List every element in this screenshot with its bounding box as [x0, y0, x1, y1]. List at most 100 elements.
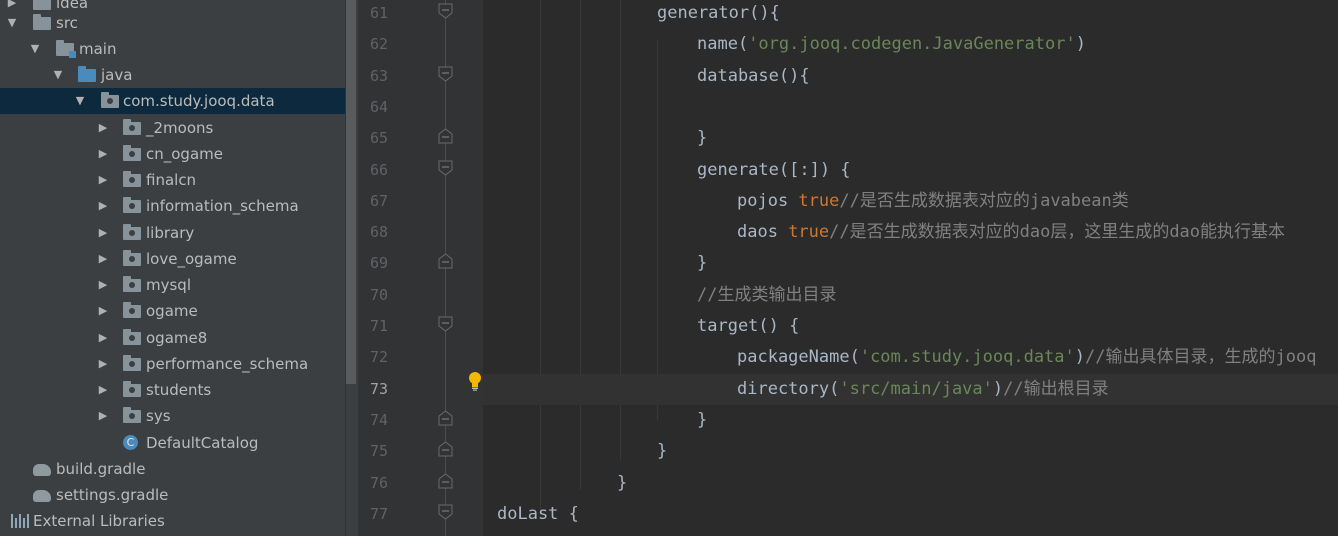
- code-line[interactable]: generator(){: [483, 0, 1338, 29]
- chevron-down-icon[interactable]: ▼: [52, 62, 64, 88]
- tree-item-com-study-jooq-data[interactable]: ▼ com.study.jooq.data: [0, 88, 345, 114]
- fold-marker-icon[interactable]: [438, 410, 453, 426]
- chevron-right-icon[interactable]: ▶: [97, 220, 109, 246]
- fold-marker-icon[interactable]: [438, 253, 453, 269]
- line-number: 64: [369, 98, 388, 116]
- code-line[interactable]: }: [483, 123, 1338, 154]
- code-line[interactable]: daos true//是否生成数据表对应的dao层，这里生成的dao能执行基本: [483, 217, 1338, 248]
- chevron-right-icon[interactable]: ▶: [97, 298, 109, 324]
- chevron-right-icon[interactable]: ▶: [97, 403, 109, 429]
- code-line[interactable]: //生成类输出目录: [483, 280, 1338, 311]
- tree-item-mysql[interactable]: ▶ mysql: [0, 272, 345, 298]
- tree-item-settings-gradle[interactable]: settings.gradle: [0, 482, 345, 508]
- package-icon: [123, 197, 141, 213]
- folder-icon: [33, 0, 51, 10]
- line-number: 61: [369, 4, 388, 22]
- chevron-down-icon[interactable]: ▼: [29, 36, 41, 62]
- tree-item-label: ogame8: [146, 329, 208, 347]
- code-token: ): [1075, 34, 1086, 54]
- tree-item-love-ogame[interactable]: ▶ love_ogame: [0, 246, 345, 272]
- line-number: 68: [369, 223, 388, 241]
- tree-item-idea[interactable]: ▶ idea: [0, 0, 345, 16]
- string-token: 'src/main/java': [839, 379, 993, 399]
- package-icon: [123, 171, 141, 187]
- code-text: }: [697, 123, 707, 154]
- comment-token: //是否生成数据表对应的javabean类: [839, 191, 1129, 211]
- chevron-right-icon[interactable]: ▶: [97, 272, 109, 298]
- code-token: generate([:]) {: [697, 160, 851, 180]
- chevron-right-icon[interactable]: ▶: [97, 115, 109, 141]
- line-number: 62: [369, 35, 388, 53]
- code-line[interactable]: target() {: [483, 311, 1338, 342]
- tree-item-label: mysql: [146, 276, 191, 294]
- tree-item-label: java: [101, 66, 133, 84]
- fold-marker-icon[interactable]: [438, 473, 453, 489]
- tree-item-performance-schema[interactable]: ▶ performance_schema: [0, 351, 345, 377]
- code-text: generate([:]) {: [697, 155, 851, 186]
- code-line[interactable]: name('org.jooq.codegen.JavaGenerator'): [483, 29, 1338, 60]
- tree-item-library[interactable]: ▶ library: [0, 220, 345, 246]
- code-line[interactable]: database(){: [483, 61, 1338, 92]
- package-icon: [123, 407, 141, 423]
- code-line[interactable]: doLast {: [483, 499, 1338, 530]
- fold-marker-icon[interactable]: [438, 316, 453, 332]
- tree-item-2moons[interactable]: ▶ _2moons: [0, 115, 345, 141]
- chevron-right-icon[interactable]: ▶: [97, 351, 109, 377]
- code-line[interactable]: pojos true//是否生成数据表对应的javabean类: [483, 186, 1338, 217]
- code-line[interactable]: generate([:]) {: [483, 155, 1338, 186]
- code-text: }: [697, 248, 707, 279]
- line-number: 67: [369, 192, 388, 210]
- code-line[interactable]: }: [483, 248, 1338, 279]
- code-line[interactable]: }: [483, 405, 1338, 436]
- chevron-right-icon[interactable]: ▶: [97, 167, 109, 193]
- tree-item-finalcn[interactable]: ▶ finalcn: [0, 167, 345, 193]
- tree-scrollbar-thumb[interactable]: [346, 0, 356, 384]
- code-token: daos: [737, 222, 789, 242]
- chevron-right-icon[interactable]: ▶: [97, 377, 109, 403]
- chevron-right-icon[interactable]: ▶: [97, 325, 109, 351]
- code-text: daos true//是否生成数据表对应的dao层，这里生成的dao能执行基本: [737, 217, 1285, 248]
- tree-item-students[interactable]: ▶ students: [0, 377, 345, 403]
- code-line[interactable]: [483, 92, 1338, 123]
- gradle-icon: [33, 490, 51, 502]
- chevron-down-icon[interactable]: ▼: [74, 88, 86, 114]
- comment-token: //生成类输出目录: [697, 285, 837, 305]
- fold-marker-icon[interactable]: [438, 504, 453, 520]
- tree-item-main[interactable]: ▼ main: [0, 36, 345, 62]
- line-number: 76: [369, 474, 388, 492]
- tree-item-information-schema[interactable]: ▶ information_schema: [0, 193, 345, 219]
- tree-item-cn-ogame[interactable]: ▶ cn_ogame: [0, 141, 345, 167]
- tree-item-label: settings.gradle: [56, 486, 169, 504]
- tree-item-ogame8[interactable]: ▶ ogame8: [0, 325, 345, 351]
- lightbulb-icon[interactable]: [467, 371, 483, 391]
- fold-marker-icon[interactable]: [438, 160, 453, 176]
- code-line[interactable]: directory('src/main/java')//输出根目录: [483, 374, 1338, 405]
- tree-item-java[interactable]: ▼ java: [0, 62, 345, 88]
- chevron-right-icon[interactable]: ▶: [6, 0, 18, 16]
- project-tree-panel: External Libraries settings.gradle build.g…: [0, 0, 358, 536]
- package-icon: [123, 224, 141, 240]
- code-text: database(){: [697, 61, 810, 92]
- tree-item-ogame[interactable]: ▶ ogame: [0, 298, 345, 324]
- chevron-right-icon[interactable]: ▶: [97, 246, 109, 272]
- fold-marker-icon[interactable]: [438, 128, 453, 144]
- code-editor[interactable]: generator(){name('org.jooq.codegen.JavaG…: [483, 0, 1338, 536]
- tree-item-build-gradle[interactable]: build.gradle: [0, 456, 345, 482]
- fold-marker-icon[interactable]: [438, 66, 453, 82]
- code-line[interactable]: }: [483, 468, 1338, 499]
- fold-marker-icon[interactable]: [438, 441, 453, 457]
- chevron-right-icon[interactable]: ▶: [97, 141, 109, 167]
- tree-item-defaultcatalog[interactable]: C DefaultCatalog: [0, 430, 345, 456]
- fold-marker-icon[interactable]: [438, 3, 453, 19]
- chevron-right-icon[interactable]: ▶: [97, 193, 109, 219]
- code-line[interactable]: packageName('com.study.jooq.data')//输出具体…: [483, 342, 1338, 373]
- line-number: 71: [369, 317, 388, 335]
- line-number: 74: [369, 411, 388, 429]
- tree-item-sys[interactable]: ▶ sys: [0, 403, 345, 429]
- comment-token: //输出具体目录，生成的jooq: [1085, 347, 1317, 367]
- tree-item-label: ogame: [146, 302, 198, 320]
- code-text: }: [697, 405, 707, 436]
- code-line[interactable]: }: [483, 436, 1338, 467]
- tree-item-external-libraries[interactable]: External Libraries: [0, 508, 345, 534]
- line-number: 75: [369, 442, 388, 460]
